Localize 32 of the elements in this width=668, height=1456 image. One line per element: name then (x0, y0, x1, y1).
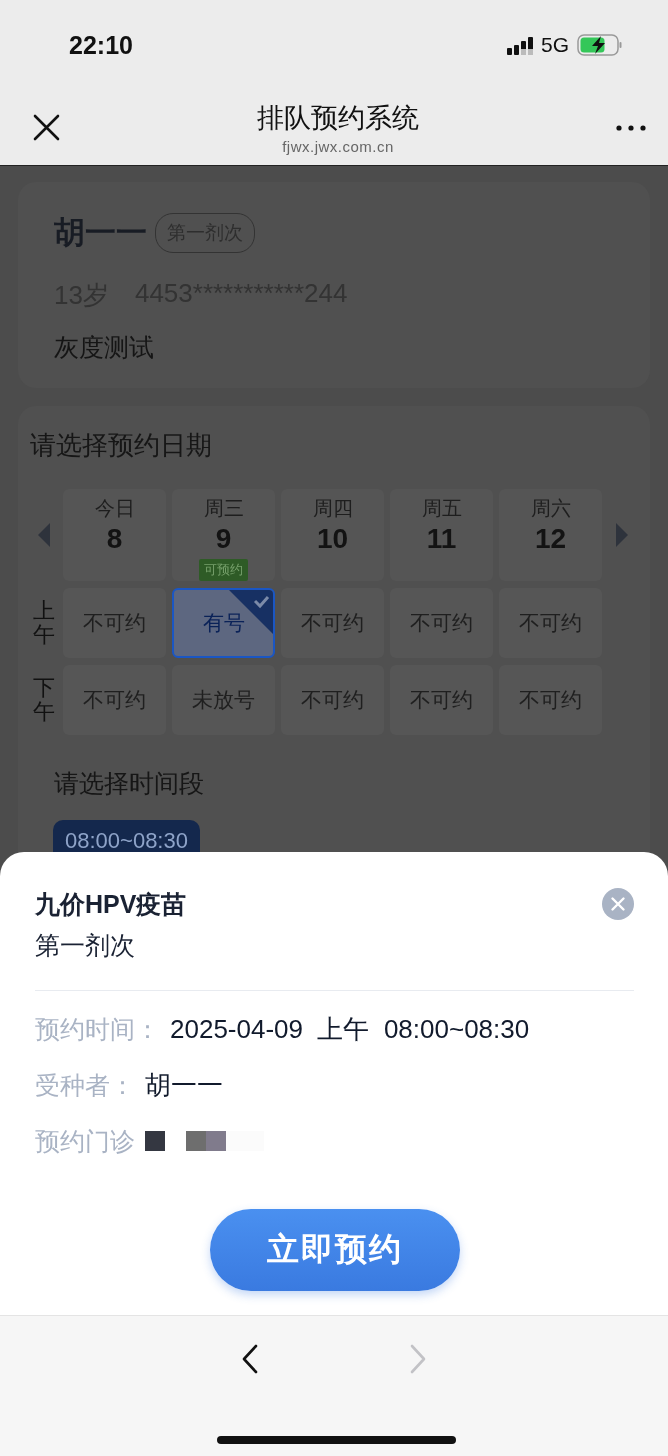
field-value: 胡一一 (145, 1068, 223, 1102)
network-label: 5G (541, 33, 569, 57)
close-icon[interactable] (33, 114, 60, 141)
field-value: 2025-04-09 上午 08:00~08:30 (170, 1012, 530, 1046)
patient-name: 胡一一 (54, 214, 147, 252)
field-label: 预约时间： (35, 1013, 160, 1045)
dose-label: 第一剂次 (35, 930, 136, 961)
date-number: 11 (426, 523, 457, 555)
right-arrow-icon[interactable] (615, 523, 628, 547)
field-label: 受种者： (35, 1069, 135, 1101)
more-icon[interactable] (616, 124, 646, 131)
clock-time: 22:10 (69, 30, 133, 60)
patient-note: 灰度测试 (54, 332, 155, 363)
back-icon[interactable] (241, 1344, 259, 1374)
slot-cell[interactable]: 有号 (172, 588, 275, 658)
field-label: 预约门诊 (35, 1125, 135, 1157)
period-label: 上午 (32, 598, 55, 648)
date-number: 8 (106, 523, 123, 555)
vaccine-title: 九价HPV疫苗 (35, 889, 187, 920)
section-title: 请选择预约日期 (30, 429, 213, 462)
date-number: 9 (215, 523, 232, 555)
date-number: 10 (316, 523, 349, 555)
available-badge: 可预约 (199, 559, 248, 581)
date-number: 12 (534, 523, 567, 555)
page-title: 排队预约系统 (257, 102, 419, 135)
signal-icon (507, 35, 533, 55)
book-now-button[interactable]: 立即预约 (209, 1209, 460, 1291)
period-label: 下午 (32, 675, 55, 725)
left-arrow-icon[interactable] (37, 523, 50, 547)
battery-charging-icon (577, 34, 622, 56)
section-title: 请选择时间段 (54, 768, 205, 799)
page-url: fjwx.jwx.com.cn (282, 138, 394, 155)
